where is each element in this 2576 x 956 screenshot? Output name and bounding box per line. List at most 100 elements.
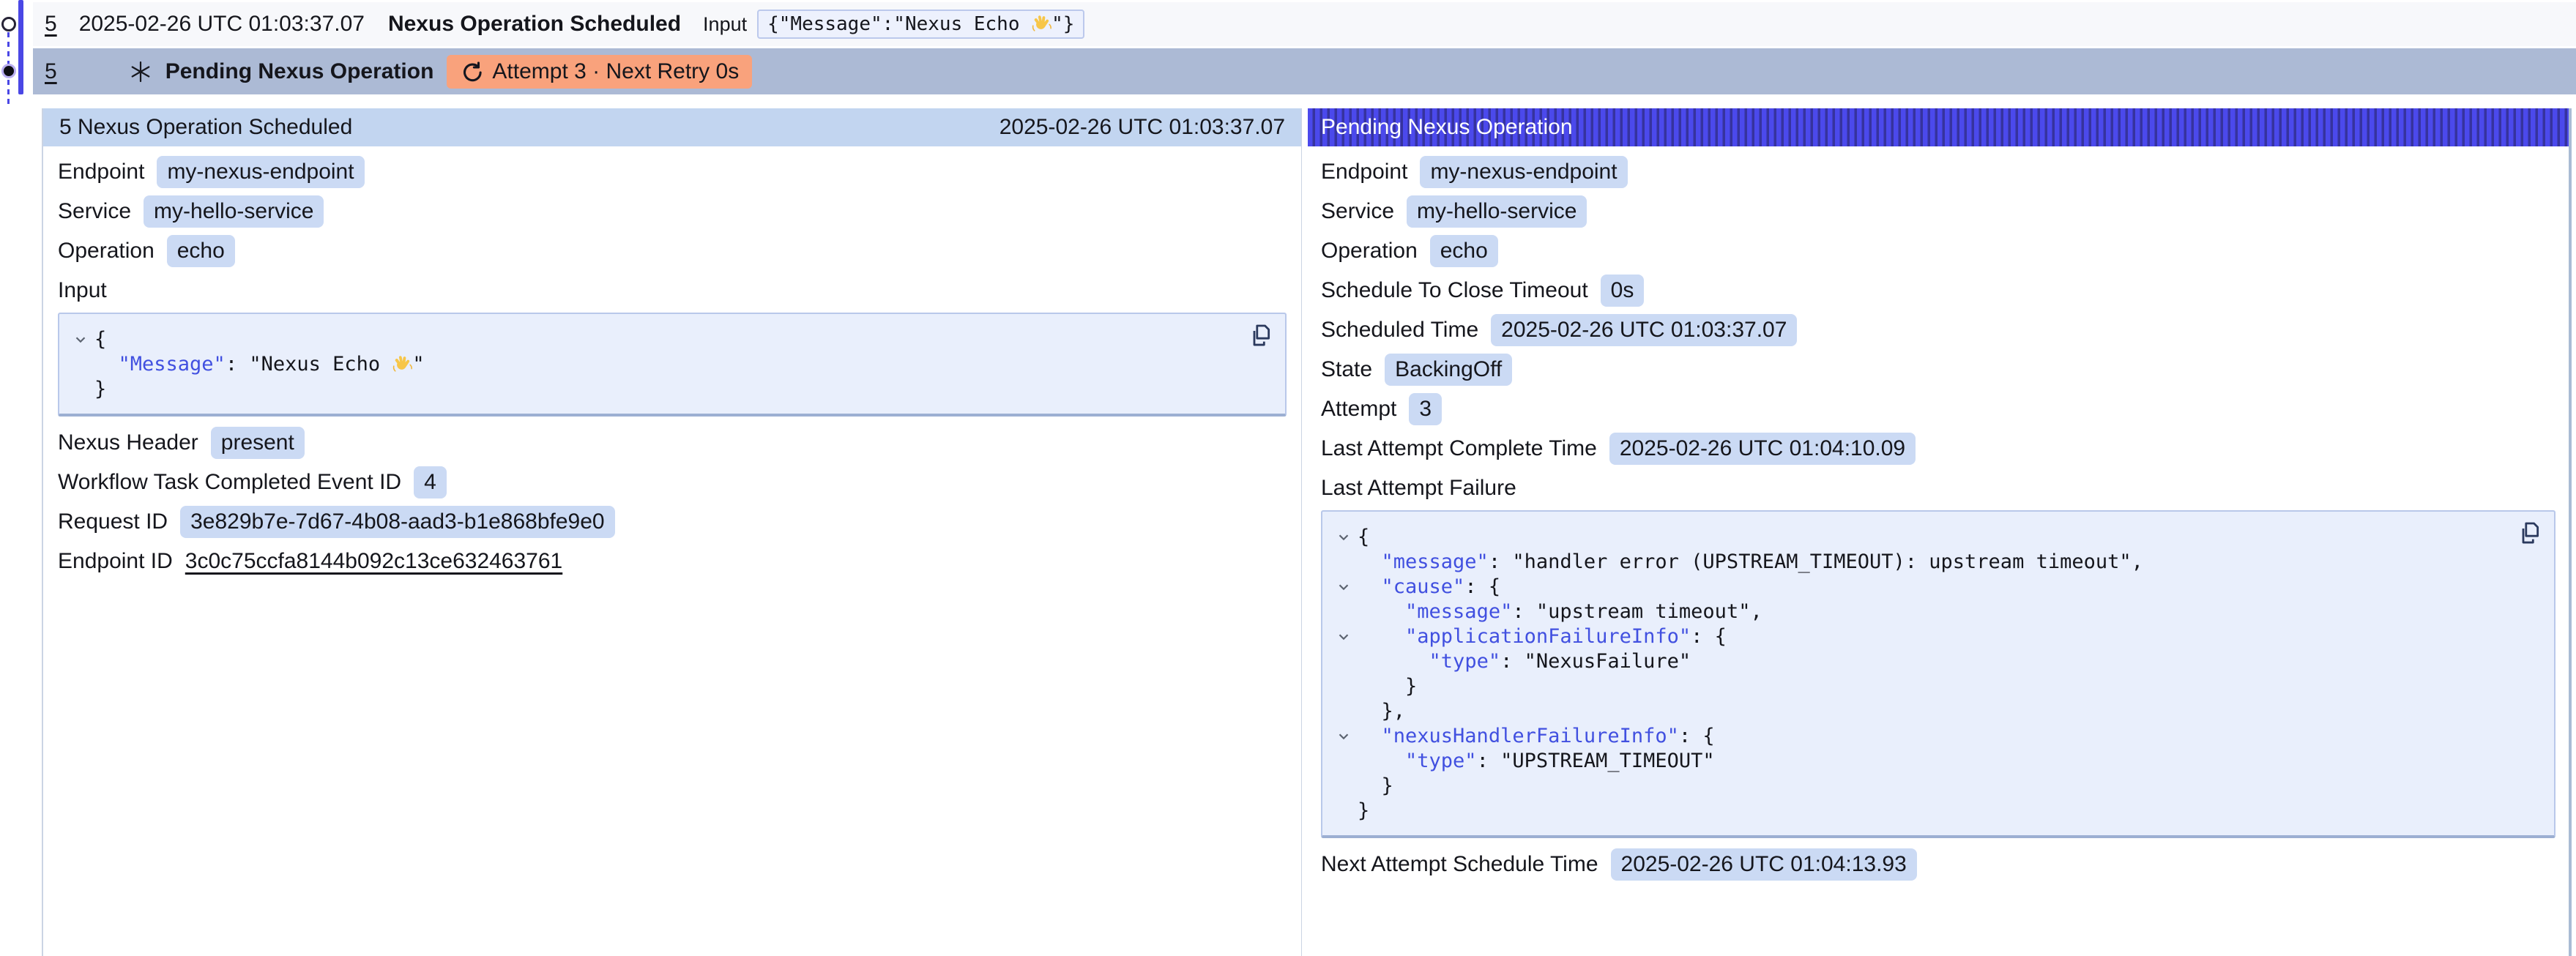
field-workflow-task-completed-event-id: Workflow Task Completed Event ID 4 [58, 466, 1287, 498]
json-line: }, [1330, 699, 2510, 724]
attempt-retry-badge: Attempt 3 · Next Retry 0s [447, 55, 752, 89]
field-scheduled-time: Scheduled Time 2025-02-26 UTC 01:03:37.0… [1321, 314, 2555, 346]
chevron-down-icon [72, 332, 89, 348]
json-line: "nexusHandlerFailureInfo": { [1330, 724, 2510, 749]
field-endpoint-id: Endpoint ID 3c0c75ccfa8144b092c13ce63246… [58, 545, 1287, 578]
event-detail-title: 5 Nexus Operation Scheduled [59, 115, 352, 140]
event-input-preview-chip: {"Message":"Nexus Echo "} [757, 10, 1084, 39]
field-last-attempt-failure-label: Last Attempt Failure [1321, 472, 2555, 504]
pending-event-title: Pending Nexus Operation [165, 59, 434, 84]
field-value-badge: my-nexus-endpoint [1420, 156, 1627, 188]
field-value-badge: 4 [414, 466, 447, 498]
event-id-link[interactable]: 5 [45, 59, 57, 84]
failure-json-code: { "message": "handler error (UPSTREAM_TI… [1330, 525, 2510, 824]
field-value-badge: 0s [1601, 275, 1645, 307]
json-collapse-toggle[interactable] [1330, 624, 1358, 649]
chevron-down-icon [1336, 579, 1352, 595]
json-collapse-toggle [1330, 699, 1358, 724]
endpoint-id-link[interactable]: 3c0c75ccfa8144b092c13ce632463761 [185, 549, 562, 574]
field-value-badge: echo [1430, 235, 1498, 267]
field-value-badge: 2025-02-26 UTC 01:03:37.07 [1491, 314, 1797, 346]
pending-asterisk-icon [127, 59, 154, 85]
event-group-accent-bar [18, 0, 23, 94]
json-collapse-toggle [1330, 674, 1358, 699]
json-line: "cause": { [1330, 575, 2510, 600]
event-detail-header: 5 Nexus Operation Scheduled 2025-02-26 U… [43, 108, 1301, 146]
json-line: "message": "handler error (UPSTREAM_TIME… [1330, 550, 2510, 575]
field-value-badge: 2025-02-26 UTC 01:04:13.93 [1611, 848, 1917, 881]
field-value-badge: BackingOff [1385, 354, 1512, 386]
copy-icon[interactable] [2518, 520, 2542, 547]
failure-json-viewer: { "message": "handler error (UPSTREAM_TI… [1321, 510, 2555, 838]
field-value-badge: my-nexus-endpoint [157, 156, 364, 188]
waving-hand-emoji [392, 354, 412, 375]
event-row-scheduled[interactable]: 5 2025-02-26 UTC 01:03:37.07 Nexus Opera… [33, 2, 2576, 46]
json-line: "type": "UPSTREAM_TIMEOUT" [1330, 749, 2510, 774]
json-line: "type": "NexusFailure" [1330, 649, 2510, 674]
field-value-badge: my-hello-service [1407, 195, 1587, 228]
timeline-node-filled-icon [1, 64, 16, 78]
attempt-retry-text: Attempt 3 · Next Retry 0s [492, 59, 739, 84]
json-collapse-toggle[interactable] [1330, 525, 1358, 550]
pending-operation-panel: Pending Nexus Operation Endpoint my-nexu… [1308, 108, 2572, 956]
json-line: { [67, 327, 1241, 352]
json-collapse-toggle [1330, 600, 1358, 624]
json-collapse-toggle[interactable] [67, 327, 94, 352]
input-json-viewer: { "Message": "Nexus Echo "} [58, 313, 1287, 417]
pending-operation-header: Pending Nexus Operation [1308, 108, 2569, 146]
field-value-badge: echo [167, 235, 235, 267]
field-operation: Operation echo [58, 235, 1287, 267]
json-line: } [1330, 799, 2510, 824]
event-detail-timestamp: 2025-02-26 UTC 01:03:37.07 [999, 115, 1285, 140]
field-input-label: Input [58, 275, 1287, 307]
event-history-view: 5 2025-02-26 UTC 01:03:37.07 Nexus Opera… [0, 0, 2576, 956]
chevron-down-icon [1336, 728, 1352, 744]
json-line: } [1330, 774, 2510, 799]
event-title: Nexus Operation Scheduled [388, 12, 681, 37]
field-request-id: Request ID 3e829b7e-7d67-4b08-aad3-b1e86… [58, 506, 1287, 538]
copy-icon[interactable] [1249, 323, 1273, 349]
event-row-pending[interactable]: 5 Pending Nexus Operation Attempt 3 · Ne… [33, 48, 2576, 94]
json-line: "message": "upstream timeout", [1330, 600, 2510, 624]
field-value-badge: 3 [1409, 393, 1442, 425]
json-line: "applicationFailureInfo": { [1330, 624, 2510, 649]
field-nexus-header: Nexus Header present [58, 427, 1287, 459]
json-collapse-toggle [1330, 550, 1358, 575]
chevron-down-icon [1336, 629, 1352, 645]
field-attempt: Attempt 3 [1321, 393, 2555, 425]
waving-hand-emoji [1031, 14, 1051, 34]
input-json-code: { "Message": "Nexus Echo "} [67, 327, 1241, 402]
json-collapse-toggle [1330, 649, 1358, 674]
field-operation: Operation echo [1321, 235, 2555, 267]
json-collapse-toggle [1330, 799, 1358, 824]
field-endpoint: Endpoint my-nexus-endpoint [1321, 156, 2555, 188]
field-service: Service my-hello-service [1321, 195, 2555, 228]
json-collapse-toggle[interactable] [1330, 724, 1358, 749]
event-input-label: Input [703, 13, 747, 36]
field-state: State BackingOff [1321, 354, 2555, 386]
json-line: } [67, 377, 1241, 402]
json-line: { [1330, 525, 2510, 550]
json-collapse-toggle [1330, 774, 1358, 799]
json-collapse-toggle [67, 377, 94, 402]
json-line: "Message": "Nexus Echo " [67, 352, 1241, 377]
event-id-link[interactable]: 5 [45, 12, 57, 37]
field-value-badge: 2025-02-26 UTC 01:04:10.09 [1609, 433, 1916, 465]
field-value-badge: present [211, 427, 305, 459]
json-line: } [1330, 674, 2510, 699]
field-value-badge: my-hello-service [144, 195, 324, 228]
field-next-attempt-schedule-time: Next Attempt Schedule Time 2025-02-26 UT… [1321, 848, 2555, 881]
field-schedule-to-close-timeout: Schedule To Close Timeout 0s [1321, 275, 2555, 307]
event-detail-panel: 5 Nexus Operation Scheduled 2025-02-26 U… [42, 108, 1302, 956]
chevron-down-icon [1336, 529, 1352, 545]
field-service: Service my-hello-service [58, 195, 1287, 228]
pending-operation-title: Pending Nexus Operation [1321, 115, 1573, 140]
event-timestamp: 2025-02-26 UTC 01:03:37.07 [79, 12, 365, 37]
retry-arrow-icon [460, 60, 483, 83]
field-value-badge: 3e829b7e-7d67-4b08-aad3-b1e868bfe9e0 [180, 506, 615, 538]
field-endpoint: Endpoint my-nexus-endpoint [58, 156, 1287, 188]
field-last-attempt-complete-time: Last Attempt Complete Time 2025-02-26 UT… [1321, 433, 2555, 465]
json-collapse-toggle [67, 352, 94, 377]
json-collapse-toggle[interactable] [1330, 575, 1358, 600]
json-collapse-toggle [1330, 749, 1358, 774]
